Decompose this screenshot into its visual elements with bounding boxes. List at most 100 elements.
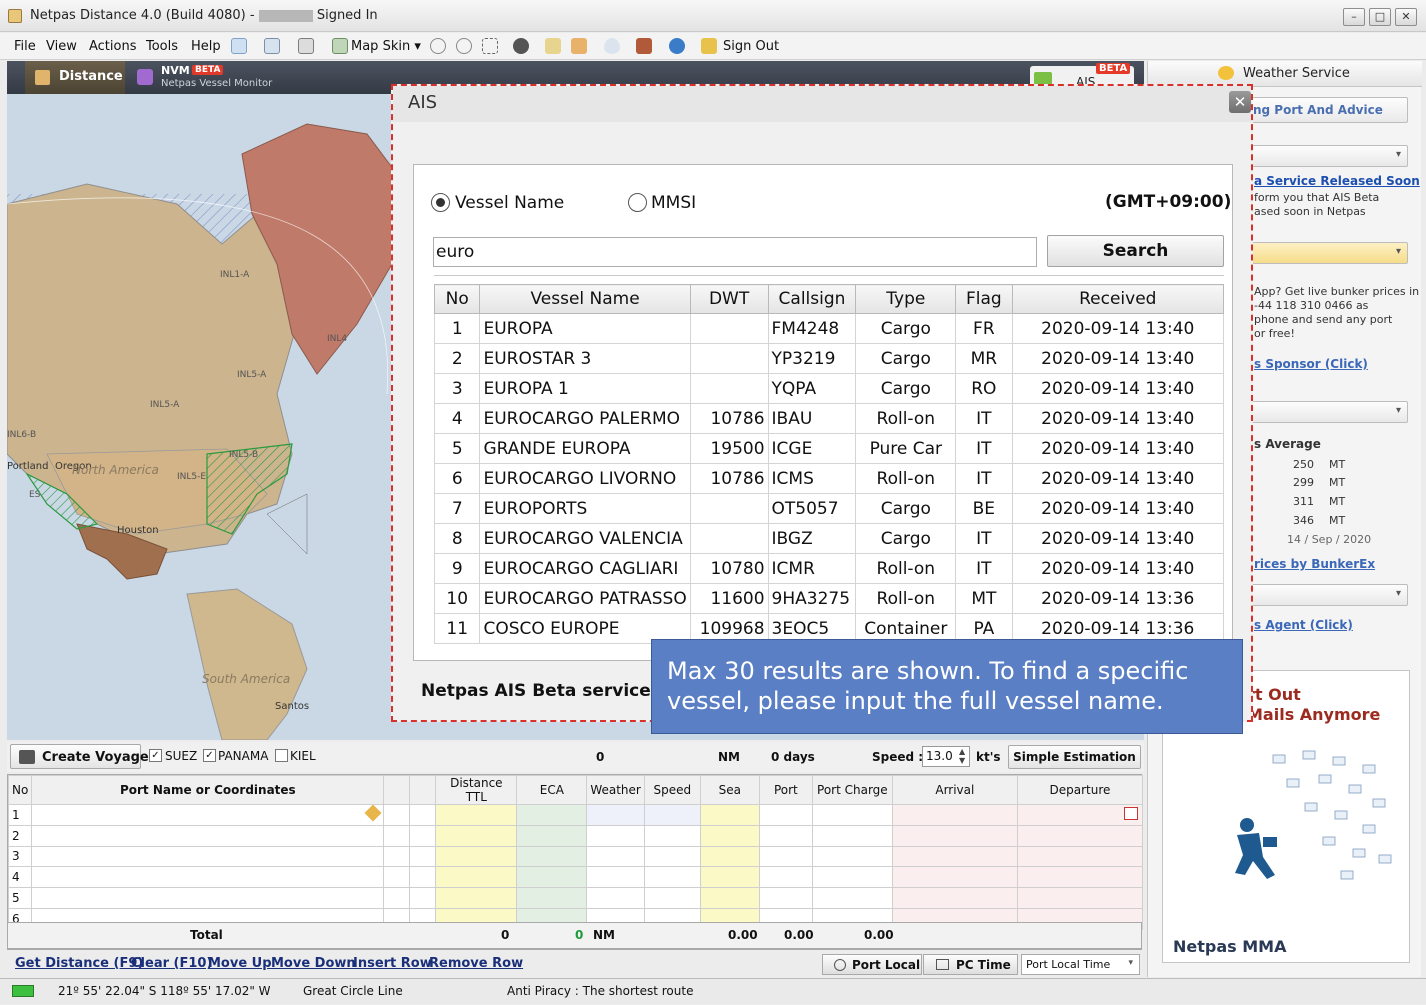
- print-icon[interactable]: [298, 38, 314, 54]
- pc-time-label: PC Time: [956, 958, 1011, 972]
- minimize-button[interactable]: –: [1343, 8, 1365, 26]
- cell-flag: RO: [955, 373, 1013, 404]
- grid-row[interactable]: 5: [7, 887, 1144, 909]
- menu-actions[interactable]: Actions: [89, 39, 137, 54]
- menu-help[interactable]: Help: [191, 39, 221, 54]
- port-name-cell[interactable]: [31, 845, 385, 868]
- port-name-cell[interactable]: [31, 866, 385, 889]
- menu-view[interactable]: View: [46, 39, 77, 54]
- edit-pencil-icon[interactable]: [364, 804, 382, 822]
- move-down-link[interactable]: Move Down: [271, 956, 356, 971]
- print-preview-icon[interactable]: [264, 38, 280, 54]
- action-link-bar: Get Distance (F9) Clear (F10) Move Up Mo…: [7, 952, 1144, 976]
- window-title: Netpas Distance 4.0 (Build 4080) - Signe…: [30, 8, 378, 23]
- grid-row[interactable]: 3: [7, 845, 1144, 868]
- grid-row[interactable]: 2: [7, 824, 1144, 847]
- results-row[interactable]: 2 EUROSTAR 3 YP3219 Cargo MR 2020-09-14 13:40: [434, 343, 1224, 374]
- simple-estimation-button[interactable]: Simple Estimation: [1008, 745, 1141, 769]
- create-voyage-button[interactable]: Create Voyage: [10, 744, 149, 769]
- cell-flag: IT: [955, 553, 1013, 584]
- insert-row-link[interactable]: Insert Row: [353, 956, 432, 971]
- close-icon[interactable]: ✕: [1229, 91, 1251, 113]
- results-row[interactable]: 5 GRANDE EUROPA 19500 ICGE Pure Car IT 2020-09…: [434, 433, 1224, 464]
- tab-nvm[interactable]: NVM BETA Netpas Vessel Monitor: [129, 61, 281, 94]
- ship-icon[interactable]: [636, 38, 652, 54]
- ship-icon: [19, 750, 35, 764]
- map-skin-menu[interactable]: Map Skin ▾: [351, 39, 421, 54]
- pc-time-button[interactable]: PC Time: [923, 954, 1018, 975]
- port-name-cell[interactable]: [31, 804, 385, 826]
- total-port-charge: 0.00: [864, 928, 894, 942]
- help-icon[interactable]: [669, 38, 685, 54]
- panama-checkbox[interactable]: ✓: [203, 749, 216, 762]
- agent-link[interactable]: s Agent (Click): [1254, 618, 1353, 632]
- speed-input[interactable]: 13.0 ▲ ▼: [922, 746, 970, 767]
- bunkerex-link[interactable]: rices by BunkerEx: [1254, 557, 1375, 571]
- bunker-price-3: 311: [1293, 495, 1314, 508]
- port-name-cell[interactable]: [31, 887, 385, 909]
- book-icon[interactable]: [231, 38, 247, 54]
- cell-row-no: 8: [434, 523, 481, 554]
- col-received[interactable]: Received: [1011, 284, 1224, 314]
- results-row[interactable]: 8 EUROCARGO VALENCIA IBGZ Cargo IT 2020-09-14…: [434, 523, 1224, 554]
- calendar-icon[interactable]: [1124, 807, 1138, 820]
- results-row[interactable]: 3 EUROPA 1 YQPA Cargo RO 2020-09-14 13:40: [434, 373, 1224, 404]
- map-label-inl5e: INL5-E: [177, 472, 206, 482]
- menu-tools[interactable]: Tools: [146, 39, 178, 54]
- port-name-cell[interactable]: [31, 824, 385, 847]
- kiel-checkbox[interactable]: [275, 749, 288, 762]
- results-row[interactable]: 10 EUROCARGO PATRASSO 11600 9HA3275 Roll-on M…: [434, 583, 1224, 614]
- time-mode-select[interactable]: Port Local Time ▾: [1021, 954, 1140, 975]
- ais-released-text2: ased soon in Netpas: [1254, 205, 1366, 218]
- col-callsign[interactable]: Callsign: [767, 284, 857, 314]
- col-type[interactable]: Type: [855, 284, 957, 314]
- zoom-out-icon[interactable]: [456, 38, 472, 54]
- mmsi-radio[interactable]: [628, 193, 647, 212]
- move-up-link[interactable]: Move Up: [208, 956, 272, 971]
- gmt-offset: (GMT+09:00): [1105, 192, 1232, 212]
- results-row[interactable]: 1 EUROPA FM4248 Cargo FR 2020-09-14 13:40: [434, 313, 1224, 344]
- ais-dialog: AIS ✕ Vessel Name MMSI (GMT+09:00) euro …: [391, 84, 1253, 722]
- remove-row-link[interactable]: Remove Row: [429, 956, 523, 971]
- vessel-search-input[interactable]: euro: [433, 237, 1037, 267]
- results-row[interactable]: 9 EUROCARGO CAGLIARI 10780 ICMR Roll-on IT 202…: [434, 553, 1224, 584]
- sponsor-link[interactable]: s Sponsor (Click): [1254, 357, 1368, 371]
- col-flag[interactable]: Flag: [955, 284, 1013, 314]
- suez-checkbox[interactable]: ✓: [149, 749, 162, 762]
- results-row[interactable]: 7 EUROPORTS OT5057 Cargo BE 2020-09-14 13:40: [434, 493, 1224, 524]
- maximize-button[interactable]: □: [1369, 8, 1391, 26]
- voyage-nm-unit: NM: [718, 750, 740, 764]
- cell-callsign: FM4248: [767, 313, 857, 344]
- bunker-text4: or free!: [1254, 327, 1295, 340]
- col-vessel-name[interactable]: Vessel Name: [479, 284, 691, 314]
- cell-vessel-name: EUROCARGO PALERMO: [479, 403, 691, 434]
- get-distance-link[interactable]: Get Distance (F9): [15, 956, 143, 971]
- ruler-icon[interactable]: [545, 38, 561, 54]
- col-dwt[interactable]: DWT: [689, 284, 769, 314]
- vessel-name-radio[interactable]: [431, 193, 450, 212]
- water-drop-icon[interactable]: [604, 38, 620, 54]
- ais-released-link[interactable]: a Service Released Soon: [1254, 174, 1420, 188]
- grid-row[interactable]: 4: [7, 866, 1144, 889]
- tab-distance[interactable]: Distance: [25, 61, 125, 94]
- cell-callsign: ICMS: [767, 463, 857, 494]
- results-row[interactable]: 4 EUROCARGO PALERMO 10786 IBAU Roll-on IT 2020…: [434, 403, 1224, 434]
- simple-estimation-label: Simple Estimation: [1013, 750, 1136, 764]
- cell-dwt: 11600: [689, 583, 769, 614]
- piracy-skull-icon[interactable]: [513, 38, 529, 54]
- menu-file[interactable]: File: [14, 39, 36, 54]
- speed-spinner-icon[interactable]: ▲ ▼: [959, 747, 965, 765]
- col-no[interactable]: No: [434, 284, 481, 314]
- route-flag-icon[interactable]: [571, 38, 587, 54]
- fit-map-icon[interactable]: [482, 38, 498, 54]
- grid-row[interactable]: 1: [7, 804, 1144, 826]
- results-row[interactable]: 6 EUROCARGO LIVORNO 10786 ICMS Roll-on IT 2020…: [434, 463, 1224, 494]
- search-button[interactable]: Search: [1047, 235, 1224, 267]
- zoom-in-icon[interactable]: [430, 38, 446, 54]
- port-local-button[interactable]: Port Local: [822, 954, 922, 975]
- sign-out-button[interactable]: Sign Out: [723, 39, 779, 54]
- status-coordinates: 21º 55' 22.04" S 118º 55' 17.02" W: [58, 984, 271, 998]
- voyage-days: 0 days: [771, 750, 815, 764]
- close-window-button[interactable]: ✕: [1395, 8, 1417, 26]
- clear-link[interactable]: Clear (F10): [131, 956, 212, 971]
